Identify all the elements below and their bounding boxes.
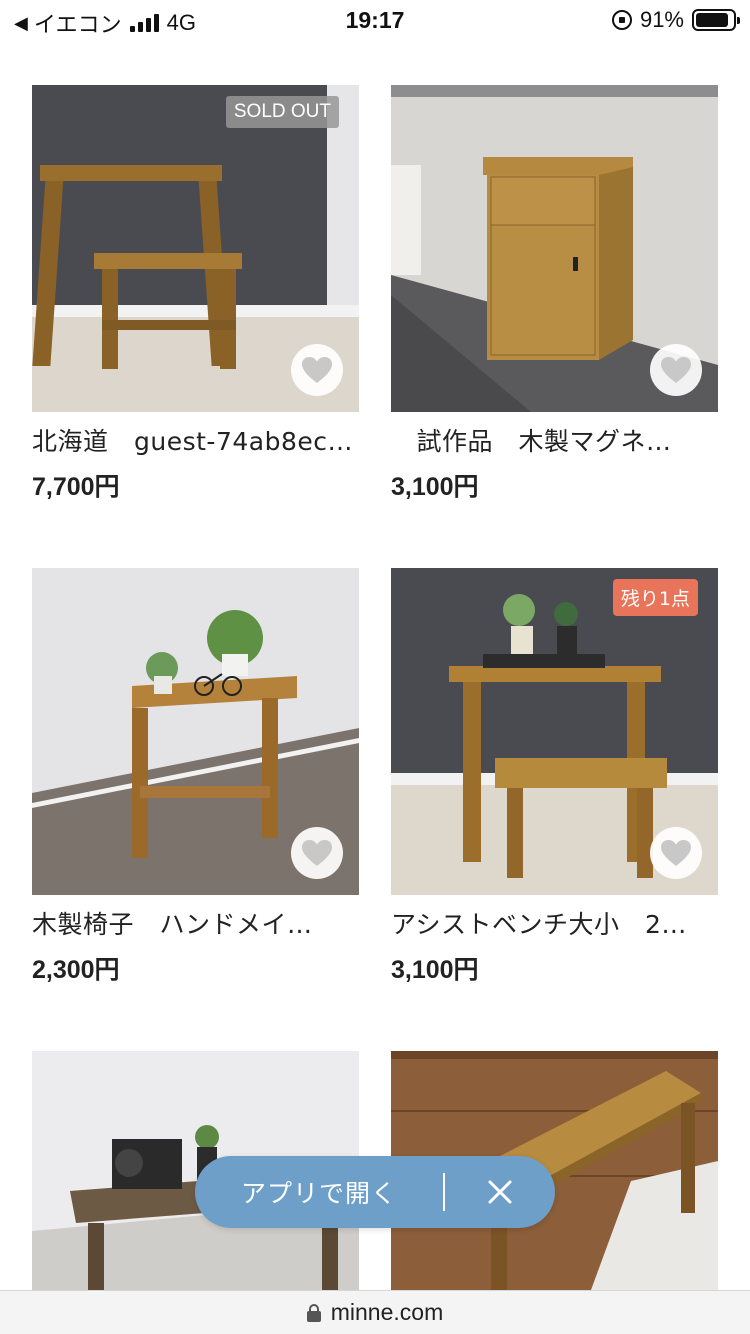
product-name[interactable]: 木製椅子 ハンドメイ… <box>32 910 359 940</box>
heart-icon <box>302 839 332 866</box>
lock-icon <box>306 1303 321 1322</box>
stock-remaining-badge: 残り1点 <box>612 579 698 616</box>
rotation-lock-icon <box>611 10 632 30</box>
close-banner-button[interactable] <box>445 1156 555 1228</box>
battery-icon <box>692 9 740 31</box>
status-right: 91% <box>611 7 740 33</box>
heart-icon <box>661 356 691 383</box>
product-image[interactable]: SOLD OUT <box>32 85 359 412</box>
product-image[interactable] <box>32 568 359 895</box>
product-card[interactable]: 試作品 木製マグネ… 3,100円 <box>391 85 718 503</box>
favorite-button[interactable] <box>650 344 702 396</box>
heart-icon <box>661 839 691 866</box>
favorite-button[interactable] <box>291 827 343 879</box>
close-icon <box>488 1180 512 1204</box>
battery-percent: 91% <box>639 7 684 32</box>
sold-out-badge: SOLD OUT <box>225 96 339 128</box>
heart-icon <box>302 356 332 383</box>
product-name[interactable]: 試作品 木製マグネ… <box>391 427 718 457</box>
product-price: 3,100円 <box>391 956 479 984</box>
open-in-app-button[interactable]: アプリで開く <box>195 1174 443 1210</box>
product-price: 7,700円 <box>32 473 120 501</box>
status-bar: ◀ イエコン 4G 19:17 91% <box>0 0 750 40</box>
product-card[interactable]: 残り1点 アシストベンチ大小 2… 3,100円 <box>391 568 718 986</box>
open-in-app-banner: アプリで開く <box>195 1156 555 1228</box>
address-bar[interactable]: minne.com <box>0 1290 750 1334</box>
product-image[interactable] <box>391 85 718 412</box>
product-image[interactable]: 残り1点 <box>391 568 718 895</box>
product-price: 3,100円 <box>391 473 479 501</box>
product-card[interactable]: SOLD OUT 北海道 guest-74ab8ec… 7,700円 <box>32 85 359 503</box>
favorite-button[interactable] <box>291 344 343 396</box>
address-url[interactable]: minne.com <box>331 1299 443 1326</box>
product-name[interactable]: 北海道 guest-74ab8ec… <box>32 427 359 457</box>
product-name[interactable]: アシストベンチ大小 2… <box>391 910 718 940</box>
favorite-button[interactable] <box>650 827 702 879</box>
product-card[interactable]: 木製椅子 ハンドメイ… 2,300円 <box>32 568 359 986</box>
product-price: 2,300円 <box>32 956 120 984</box>
